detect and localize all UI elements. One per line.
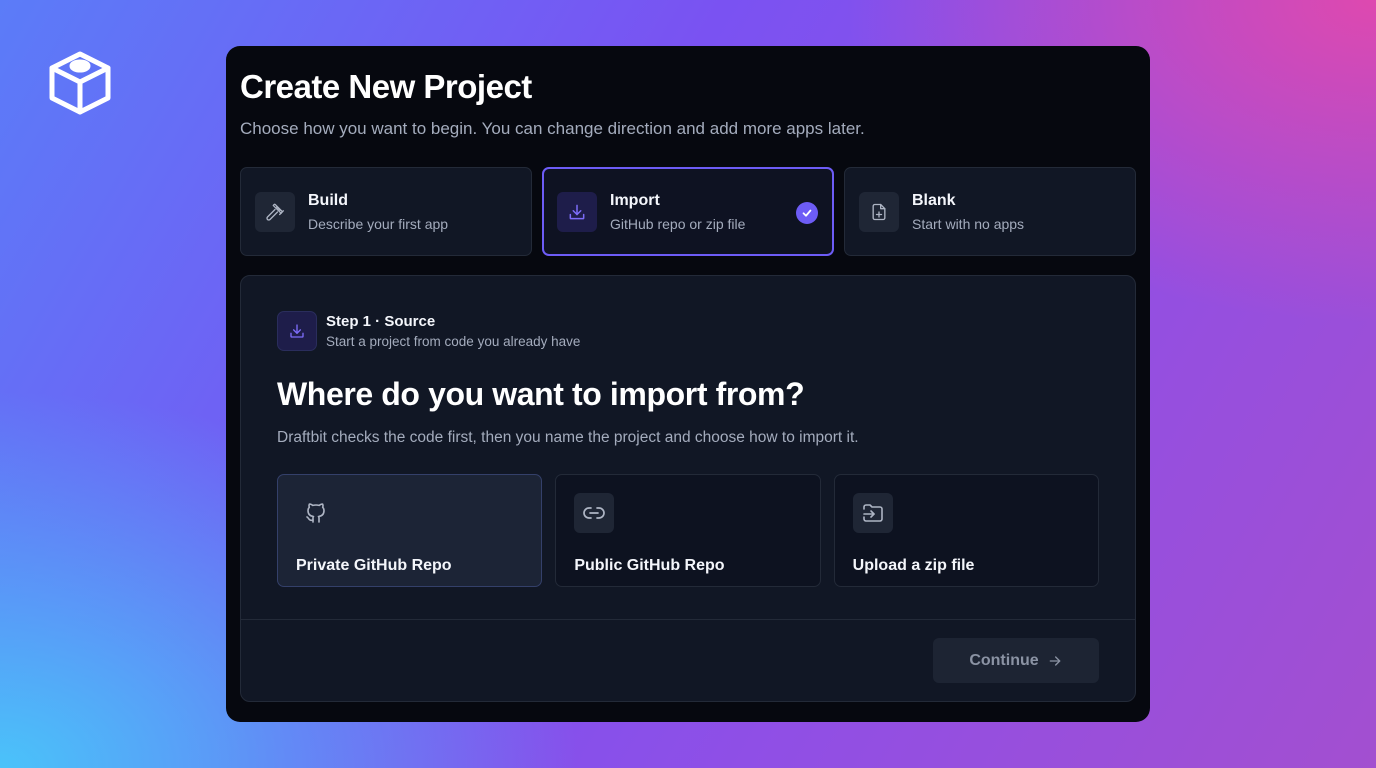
step-description: Start a project from code you already ha…	[326, 333, 581, 349]
create-project-modal: Create New Project Choose how you want t…	[226, 46, 1150, 722]
source-upload-zip-label: Upload a zip file	[852, 557, 975, 574]
hammer-icon	[255, 191, 295, 232]
option-build-title: Build	[308, 191, 348, 209]
modal-title: Create New Project	[240, 68, 532, 105]
source-upload-zip[interactable]: Upload a zip file	[833, 474, 1099, 587]
cube-logo-icon[interactable]	[46, 46, 114, 118]
project-type-options: Build Describe your first app Import Git…	[240, 167, 1136, 256]
source-private-github[interactable]: Private GitHub Repo	[277, 474, 543, 587]
check-icon	[796, 202, 818, 224]
download-icon	[557, 191, 597, 232]
option-blank[interactable]: Blank Start with no apps	[844, 167, 1136, 256]
option-build[interactable]: Build Describe your first app	[240, 167, 532, 256]
step-title: Step 1 · Source	[326, 312, 436, 330]
panel-footer: Continue	[241, 619, 1135, 701]
modal-subtitle: Choose how you want to begin. You can ch…	[240, 119, 865, 138]
download-icon	[277, 311, 317, 351]
step-header: Step 1 · Source Start a project from cod…	[277, 311, 1099, 351]
continue-button[interactable]: Continue	[933, 638, 1099, 683]
import-sources: Private GitHub Repo Public GitHub Repo U…	[277, 474, 1099, 587]
folder-import-icon	[852, 493, 893, 533]
source-public-github-label: Public GitHub Repo	[574, 557, 725, 574]
github-icon	[296, 493, 336, 533]
arrow-right-icon	[1047, 653, 1063, 669]
source-private-github-label: Private GitHub Repo	[296, 557, 452, 574]
option-build-description: Describe your first app	[308, 215, 449, 232]
continue-button-label: Continue	[969, 651, 1039, 669]
option-import-description: GitHub repo or zip file	[610, 215, 746, 232]
link-icon	[574, 493, 615, 533]
option-import[interactable]: Import GitHub repo or zip file	[542, 167, 834, 256]
option-blank-title: Blank	[912, 191, 956, 209]
source-public-github[interactable]: Public GitHub Repo	[555, 474, 821, 587]
option-blank-description: Start with no apps	[912, 215, 1025, 232]
option-import-title: Import	[610, 191, 660, 209]
file-plus-icon	[859, 191, 899, 232]
import-panel: Step 1 · Source Start a project from cod…	[240, 275, 1136, 702]
import-heading: Where do you want to import from?	[277, 376, 805, 412]
import-description: Draftbit checks the code first, then you…	[277, 429, 859, 446]
